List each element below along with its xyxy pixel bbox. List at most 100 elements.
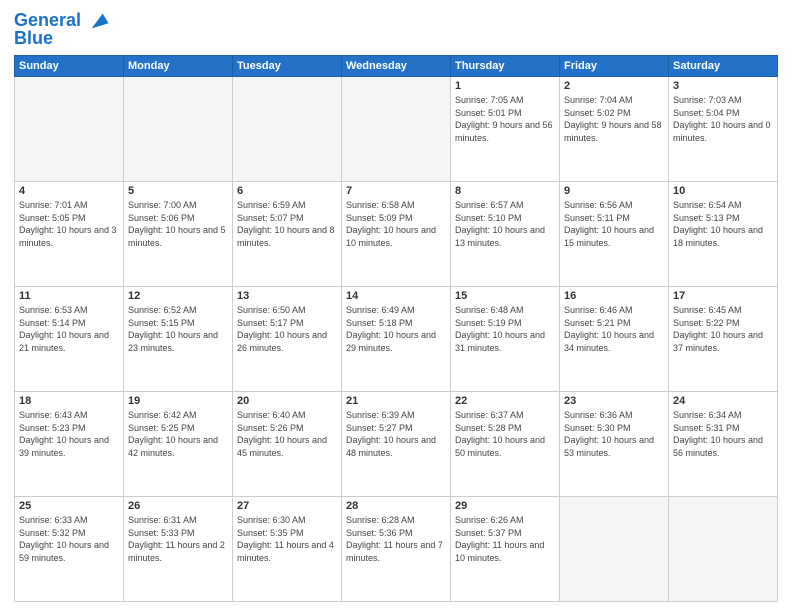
calendar-week-row: 18 Sunrise: 6:43 AMSunset: 5:23 PMDaylig… — [15, 392, 778, 497]
day-info: Sunrise: 6:49 AMSunset: 5:18 PMDaylight:… — [346, 304, 446, 354]
day-info: Sunrise: 7:05 AMSunset: 5:01 PMDaylight:… — [455, 94, 555, 144]
calendar-cell: 28 Sunrise: 6:28 AMSunset: 5:36 PMDaylig… — [342, 497, 451, 602]
day-info: Sunrise: 6:26 AMSunset: 5:37 PMDaylight:… — [455, 514, 555, 564]
calendar-cell: 18 Sunrise: 6:43 AMSunset: 5:23 PMDaylig… — [15, 392, 124, 497]
day-number: 9 — [564, 185, 664, 197]
calendar-week-row: 11 Sunrise: 6:53 AMSunset: 5:14 PMDaylig… — [15, 287, 778, 392]
day-number: 18 — [19, 395, 119, 407]
calendar-week-row: 1 Sunrise: 7:05 AMSunset: 5:01 PMDayligh… — [15, 77, 778, 182]
day-number: 26 — [128, 500, 228, 512]
day-info: Sunrise: 6:37 AMSunset: 5:28 PMDaylight:… — [455, 409, 555, 459]
day-info: Sunrise: 6:31 AMSunset: 5:33 PMDaylight:… — [128, 514, 228, 564]
calendar-cell: 12 Sunrise: 6:52 AMSunset: 5:15 PMDaylig… — [124, 287, 233, 392]
weekday-header: Monday — [124, 56, 233, 77]
page-header: General Blue — [14, 10, 778, 49]
day-info: Sunrise: 6:30 AMSunset: 5:35 PMDaylight:… — [237, 514, 337, 564]
calendar-cell: 24 Sunrise: 6:34 AMSunset: 5:31 PMDaylig… — [669, 392, 778, 497]
weekday-header: Tuesday — [233, 56, 342, 77]
day-info: Sunrise: 6:58 AMSunset: 5:09 PMDaylight:… — [346, 199, 446, 249]
calendar-cell: 23 Sunrise: 6:36 AMSunset: 5:30 PMDaylig… — [560, 392, 669, 497]
day-number: 1 — [455, 80, 555, 92]
calendar-body: 1 Sunrise: 7:05 AMSunset: 5:01 PMDayligh… — [15, 77, 778, 602]
day-number: 6 — [237, 185, 337, 197]
day-number: 2 — [564, 80, 664, 92]
calendar-table: SundayMondayTuesdayWednesdayThursdayFrid… — [14, 55, 778, 602]
day-number: 29 — [455, 500, 555, 512]
day-number: 8 — [455, 185, 555, 197]
calendar-cell: 25 Sunrise: 6:33 AMSunset: 5:32 PMDaylig… — [15, 497, 124, 602]
calendar-week-row: 25 Sunrise: 6:33 AMSunset: 5:32 PMDaylig… — [15, 497, 778, 602]
day-info: Sunrise: 6:56 AMSunset: 5:11 PMDaylight:… — [564, 199, 664, 249]
day-info: Sunrise: 7:01 AMSunset: 5:05 PMDaylight:… — [19, 199, 119, 249]
day-info: Sunrise: 6:28 AMSunset: 5:36 PMDaylight:… — [346, 514, 446, 564]
day-info: Sunrise: 6:59 AMSunset: 5:07 PMDaylight:… — [237, 199, 337, 249]
day-number: 5 — [128, 185, 228, 197]
calendar-cell — [233, 77, 342, 182]
day-number: 20 — [237, 395, 337, 407]
calendar-cell — [15, 77, 124, 182]
day-number: 22 — [455, 395, 555, 407]
weekday-header: Thursday — [451, 56, 560, 77]
calendar-cell: 19 Sunrise: 6:42 AMSunset: 5:25 PMDaylig… — [124, 392, 233, 497]
calendar-cell: 20 Sunrise: 6:40 AMSunset: 5:26 PMDaylig… — [233, 392, 342, 497]
calendar-cell: 22 Sunrise: 6:37 AMSunset: 5:28 PMDaylig… — [451, 392, 560, 497]
calendar-cell: 4 Sunrise: 7:01 AMSunset: 5:05 PMDayligh… — [15, 182, 124, 287]
calendar-cell: 16 Sunrise: 6:46 AMSunset: 5:21 PMDaylig… — [560, 287, 669, 392]
calendar-cell: 1 Sunrise: 7:05 AMSunset: 5:01 PMDayligh… — [451, 77, 560, 182]
calendar-header-row: SundayMondayTuesdayWednesdayThursdayFrid… — [15, 56, 778, 77]
day-number: 7 — [346, 185, 446, 197]
day-number: 3 — [673, 80, 773, 92]
calendar-cell: 11 Sunrise: 6:53 AMSunset: 5:14 PMDaylig… — [15, 287, 124, 392]
day-number: 12 — [128, 290, 228, 302]
day-info: Sunrise: 6:46 AMSunset: 5:21 PMDaylight:… — [564, 304, 664, 354]
day-info: Sunrise: 6:53 AMSunset: 5:14 PMDaylight:… — [19, 304, 119, 354]
calendar-cell: 27 Sunrise: 6:30 AMSunset: 5:35 PMDaylig… — [233, 497, 342, 602]
day-info: Sunrise: 7:04 AMSunset: 5:02 PMDaylight:… — [564, 94, 664, 144]
calendar-cell: 2 Sunrise: 7:04 AMSunset: 5:02 PMDayligh… — [560, 77, 669, 182]
calendar-cell: 15 Sunrise: 6:48 AMSunset: 5:19 PMDaylig… — [451, 287, 560, 392]
day-number: 28 — [346, 500, 446, 512]
calendar-cell: 26 Sunrise: 6:31 AMSunset: 5:33 PMDaylig… — [124, 497, 233, 602]
day-info: Sunrise: 6:50 AMSunset: 5:17 PMDaylight:… — [237, 304, 337, 354]
day-info: Sunrise: 6:39 AMSunset: 5:27 PMDaylight:… — [346, 409, 446, 459]
logo: General Blue — [14, 10, 110, 49]
day-number: 17 — [673, 290, 773, 302]
day-number: 27 — [237, 500, 337, 512]
calendar-cell: 6 Sunrise: 6:59 AMSunset: 5:07 PMDayligh… — [233, 182, 342, 287]
calendar-cell: 29 Sunrise: 6:26 AMSunset: 5:37 PMDaylig… — [451, 497, 560, 602]
calendar-cell: 7 Sunrise: 6:58 AMSunset: 5:09 PMDayligh… — [342, 182, 451, 287]
day-number: 13 — [237, 290, 337, 302]
calendar-cell: 8 Sunrise: 6:57 AMSunset: 5:10 PMDayligh… — [451, 182, 560, 287]
day-number: 25 — [19, 500, 119, 512]
calendar-cell: 17 Sunrise: 6:45 AMSunset: 5:22 PMDaylig… — [669, 287, 778, 392]
day-info: Sunrise: 6:45 AMSunset: 5:22 PMDaylight:… — [673, 304, 773, 354]
day-number: 10 — [673, 185, 773, 197]
day-number: 24 — [673, 395, 773, 407]
day-info: Sunrise: 6:52 AMSunset: 5:15 PMDaylight:… — [128, 304, 228, 354]
calendar-cell — [560, 497, 669, 602]
calendar-cell: 9 Sunrise: 6:56 AMSunset: 5:11 PMDayligh… — [560, 182, 669, 287]
calendar-cell: 21 Sunrise: 6:39 AMSunset: 5:27 PMDaylig… — [342, 392, 451, 497]
calendar-cell — [342, 77, 451, 182]
day-number: 4 — [19, 185, 119, 197]
day-info: Sunrise: 6:57 AMSunset: 5:10 PMDaylight:… — [455, 199, 555, 249]
day-info: Sunrise: 6:40 AMSunset: 5:26 PMDaylight:… — [237, 409, 337, 459]
calendar-cell: 3 Sunrise: 7:03 AMSunset: 5:04 PMDayligh… — [669, 77, 778, 182]
calendar-cell — [124, 77, 233, 182]
day-number: 14 — [346, 290, 446, 302]
day-number: 21 — [346, 395, 446, 407]
calendar-cell: 10 Sunrise: 6:54 AMSunset: 5:13 PMDaylig… — [669, 182, 778, 287]
day-info: Sunrise: 6:48 AMSunset: 5:19 PMDaylight:… — [455, 304, 555, 354]
day-number: 16 — [564, 290, 664, 302]
calendar-cell: 5 Sunrise: 7:00 AMSunset: 5:06 PMDayligh… — [124, 182, 233, 287]
day-number: 15 — [455, 290, 555, 302]
weekday-header: Sunday — [15, 56, 124, 77]
calendar-cell: 14 Sunrise: 6:49 AMSunset: 5:18 PMDaylig… — [342, 287, 451, 392]
weekday-header: Wednesday — [342, 56, 451, 77]
day-info: Sunrise: 7:03 AMSunset: 5:04 PMDaylight:… — [673, 94, 773, 144]
calendar-cell — [669, 497, 778, 602]
weekday-header: Friday — [560, 56, 669, 77]
calendar-week-row: 4 Sunrise: 7:01 AMSunset: 5:05 PMDayligh… — [15, 182, 778, 287]
day-info: Sunrise: 6:36 AMSunset: 5:30 PMDaylight:… — [564, 409, 664, 459]
day-info: Sunrise: 6:54 AMSunset: 5:13 PMDaylight:… — [673, 199, 773, 249]
